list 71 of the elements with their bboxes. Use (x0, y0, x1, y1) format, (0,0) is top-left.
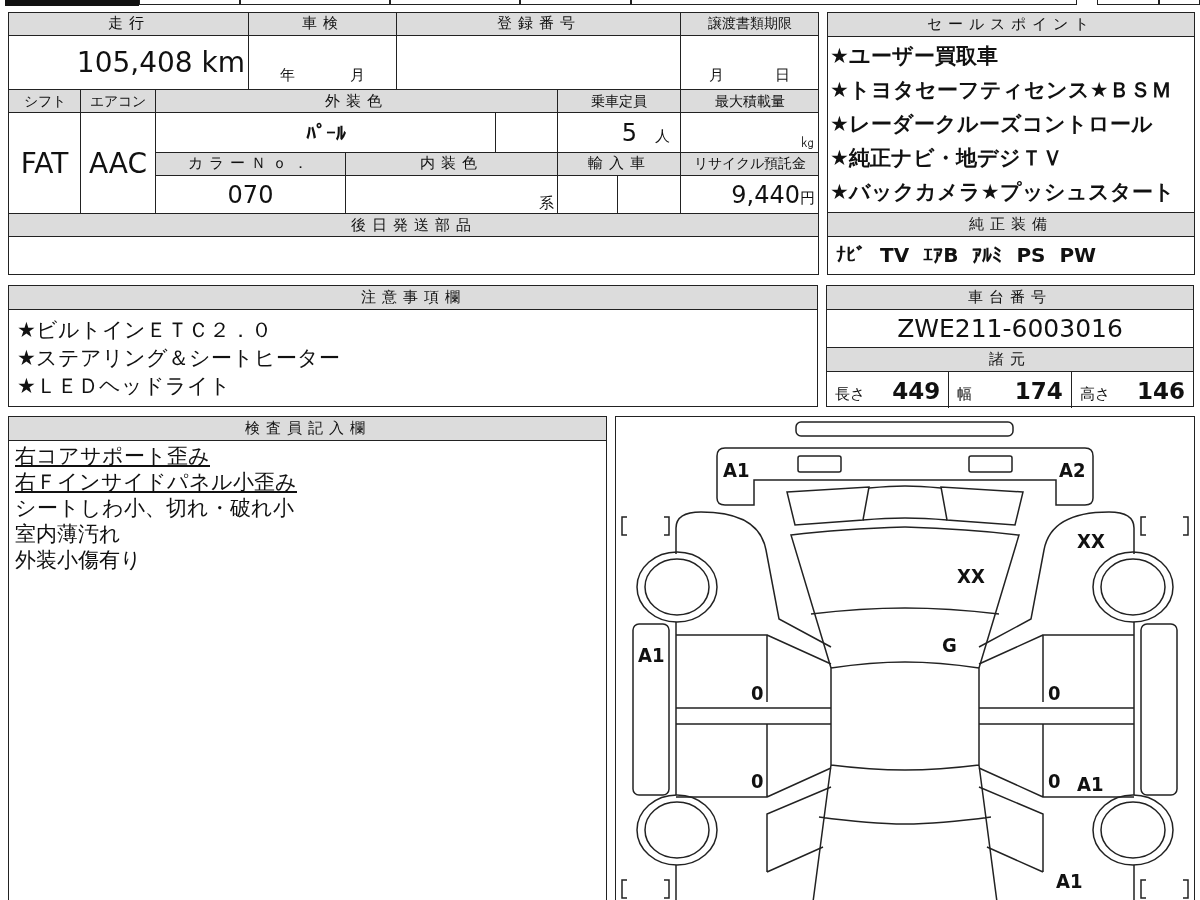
column-header: 輸入車 (557, 152, 681, 176)
note-line: ★ビルトインＥＴＣ２．０ (17, 317, 273, 344)
cell-text: 年 (279, 66, 295, 86)
mileage-value: 105,408 km (8, 35, 249, 90)
spec-label: 幅 (957, 385, 973, 404)
section-header: 検査員記入欄 (9, 417, 606, 441)
column-header: カラーＮｏ． (155, 152, 346, 176)
sales-point: ★トヨタセーフティセンス★ＢＳＭ (830, 77, 1173, 104)
column-header: シフト (8, 89, 81, 113)
spec-value: 449 (892, 378, 941, 404)
column-header: 後日発送部品 (8, 213, 819, 237)
cell-text: 人 (655, 126, 670, 145)
inspector-note: 右Ｆインサイドパネル小歪み (15, 469, 298, 495)
cell-text: 月 (350, 66, 366, 86)
damage-code: A1 (638, 643, 665, 667)
capacity-value: 5 (621, 118, 637, 147)
damage-code: XX (1077, 529, 1105, 553)
damage-code: G (942, 633, 957, 657)
equipment-item: TV (880, 243, 910, 268)
column-header: 外装色 (155, 89, 558, 113)
column-header: 内装色 (345, 152, 558, 176)
spec-value: 146 (1136, 378, 1185, 404)
equipment-item: PW (1059, 243, 1097, 268)
damage-code: A1 (723, 458, 750, 482)
note-line: ★ＬＥＤヘッドライト (17, 373, 232, 400)
color-number-value: 070 (155, 175, 346, 214)
section-header: 注意事項欄 (9, 286, 817, 310)
column-header: 走行 (8, 12, 249, 36)
damage-code: 0 (751, 769, 764, 793)
exterior-color-value: ﾊﾟｰﾙ (155, 112, 496, 153)
damage-code: 0 (751, 681, 764, 705)
inspector-note: シートしわ小、切れ・破れ小 (15, 495, 295, 521)
column-header: リサイクル預託金 (680, 152, 819, 176)
column-header: 譲渡書類期限 (680, 12, 819, 36)
shift-value: FAT (8, 112, 81, 214)
section-header: 純正装備 (828, 212, 1194, 237)
damage-code: 0 (1048, 681, 1061, 705)
equipment-item: ﾅﾋﾞ (836, 243, 866, 268)
recycle-deposit-value: 9,440 (731, 180, 800, 209)
spec-value: 174 (1014, 378, 1063, 404)
spec-label: 高さ (1079, 385, 1110, 404)
aircon-value: AAC (80, 112, 156, 214)
section-header: 車台番号 (827, 286, 1193, 310)
damage-code: A2 (1059, 458, 1086, 482)
sales-point: ★純正ナビ・地デジＴＶ (830, 145, 1064, 172)
cell-text: 月 (709, 66, 725, 86)
sales-point: ★ユーザー買取車 (830, 43, 999, 70)
cell-text: 日 (774, 66, 790, 86)
sales-point: ★レーダークルーズコントロール (830, 111, 1154, 138)
cell-text: 円 (800, 188, 815, 207)
sales-point: ★バックカメラ★プッシュスタート (830, 179, 1176, 206)
inspector-note: 外装小傷有り (15, 547, 143, 573)
section-header: セールスポイント (828, 13, 1194, 37)
section-header: 諸元 (827, 348, 1193, 372)
inspector-note: 室内薄汚れ (15, 521, 122, 547)
equipment-item: PS (1016, 243, 1046, 268)
spec-label: 長さ (835, 385, 865, 404)
equipment-item: ｴｱB (923, 243, 959, 268)
column-header: 登録番号 (396, 12, 681, 36)
damage-code: A1 (1056, 869, 1083, 893)
column-header: 最大積載量 (680, 89, 819, 113)
damage-code: 0 (1048, 769, 1061, 793)
damage-code: XX (957, 564, 985, 588)
equipment-item: ｱﾙﾐ (972, 243, 1003, 268)
cell-text: 系 (539, 194, 554, 213)
damage-code: A1 (1077, 772, 1104, 796)
note-line: ★ステアリング＆シートヒーター (17, 345, 341, 372)
cell-text: ㎏ (800, 132, 815, 151)
inspector-note: 右コアサポート歪み (15, 443, 211, 469)
column-header: 乗車定員 (557, 89, 681, 113)
column-header: 車検 (248, 12, 397, 36)
